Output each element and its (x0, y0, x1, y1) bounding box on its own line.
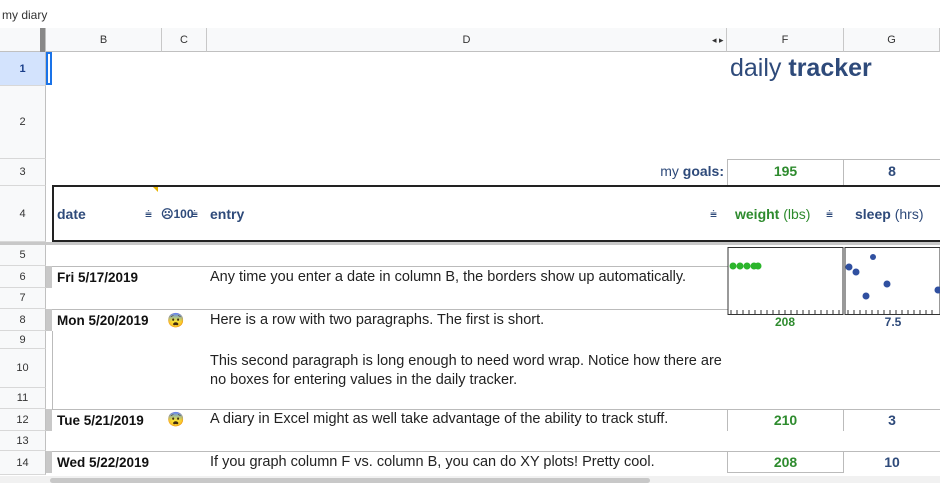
filter-date-icon[interactable]: ⩧ (145, 207, 152, 222)
sparkline-weight-label: 208 (775, 315, 795, 327)
entry-date: Tue 5/21/2019 (57, 413, 144, 428)
column-c-label: C (180, 33, 188, 46)
sparkline-charts: 208 7.5 (727, 247, 940, 327)
entry-date: Wed 5/22/2019 (57, 455, 150, 470)
column-header-b[interactable]: B (46, 28, 162, 52)
row-header-2[interactable]: 2 (0, 86, 46, 159)
row-header-5[interactable]: 5 (0, 245, 46, 266)
sleep-point (862, 292, 870, 300)
header-left-border (52, 185, 54, 242)
filter-entry-icon[interactable]: ⩧ (710, 207, 717, 222)
header-sleep-unit: (hrs) (890, 206, 924, 222)
sleep-point (852, 268, 860, 276)
freeze-handle-vertical[interactable] (40, 28, 45, 52)
column-d-label: D (462, 33, 471, 46)
weight-point (736, 262, 744, 270)
row-border (52, 266, 728, 267)
row-header-9[interactable]: 9 (0, 331, 46, 349)
fearful-face-icon: 😨 (167, 411, 185, 427)
hidden-columns-arrows-icon[interactable]: ◂ ▸ (712, 35, 724, 46)
column-b-label: B (99, 33, 108, 46)
row-header-7[interactable]: 7 (0, 288, 46, 309)
header-entry: entry (210, 206, 245, 222)
header-mood: ☹100 (161, 207, 194, 221)
header-date: date (57, 206, 86, 222)
tracker-title-bold: tracker (788, 54, 872, 82)
weight-point (754, 262, 762, 270)
sparkline-sleep-frame (844, 247, 940, 315)
sleep-value: 10 (884, 454, 900, 470)
sparkline-weight-frame (727, 247, 844, 315)
fearful-face-icon: 😨 (167, 312, 185, 328)
row-marker (46, 266, 52, 288)
header-sleep: sleep (hrs) (855, 206, 923, 222)
header-weight: weight (lbs) (735, 206, 810, 222)
weight-value: 210 (773, 412, 798, 428)
goals-label: my goals: (650, 163, 724, 179)
selected-cell[interactable] (46, 52, 52, 85)
sleep-point (883, 280, 891, 288)
row-marker (46, 451, 52, 473)
column-g-label: G (887, 33, 896, 46)
row-header-8[interactable]: 8 (0, 309, 46, 331)
freeze-handle-horizontal[interactable] (0, 242, 940, 245)
document-title-bar: my diary (0, 0, 940, 28)
column-header-c[interactable]: C (162, 28, 207, 52)
column-header-d[interactable]: D (207, 28, 727, 52)
entry-text: If you graph column F vs. column B, you … (210, 454, 655, 470)
header-weight-bold: weight (735, 206, 780, 222)
header-sleep-bold: sleep (855, 206, 891, 222)
entry-text: Here is a row with two paragraphs. The f… (210, 312, 545, 328)
row-header-6[interactable]: 6 (0, 266, 46, 288)
row-header-12[interactable]: 12 (0, 409, 46, 431)
row-header-1[interactable]: 1 (0, 52, 46, 86)
column-header-f[interactable]: F (727, 28, 844, 52)
row-marker (46, 309, 52, 331)
entry-date: Mon 5/20/2019 (57, 313, 149, 328)
row-border-left (52, 331, 53, 409)
comment-indicator-icon (153, 187, 158, 192)
header-bottom-border (52, 240, 940, 242)
sleep-point (870, 254, 876, 260)
column-header-g[interactable]: G (844, 28, 940, 52)
entry-text-paragraph-2: This second paragraph is long enough to … (210, 353, 722, 388)
row-border (52, 309, 728, 310)
header-top-border (52, 185, 940, 187)
sleep-value: 3 (888, 412, 896, 428)
sleep-point (845, 263, 853, 271)
entry-text: A diary in Excel might as well take adva… (210, 411, 669, 427)
row-header-13[interactable]: 13 (0, 431, 46, 451)
goal-weight: 195 (773, 163, 798, 179)
goals-label-prefix: my (660, 163, 683, 179)
goal-sleep: 8 (888, 163, 896, 179)
weight-value: 208 (773, 454, 798, 470)
row-marker (46, 409, 52, 431)
goals-label-bold: goals: (682, 163, 724, 179)
sparkline-sleep-label: 7.5 (885, 315, 902, 327)
row-header-14[interactable]: 14 (0, 451, 46, 475)
tracker-title: daily tracker (730, 54, 872, 83)
row-header-4[interactable]: 4 (0, 186, 46, 242)
horizontal-scrollbar-thumb[interactable] (50, 478, 650, 483)
column-f-label: F (781, 33, 789, 46)
row-header-10[interactable]: 10 (0, 349, 46, 388)
row-header-3[interactable]: 3 (0, 159, 46, 186)
filter-mood-icon[interactable]: ⩧ (191, 207, 198, 222)
weight-point (729, 262, 737, 270)
header-weight-unit: (lbs) (779, 206, 811, 222)
weight-point (743, 262, 751, 270)
tracker-title-light: daily (730, 54, 789, 82)
row-header-11[interactable]: 11 (0, 388, 46, 409)
entry-text: Any time you enter a date in column B, t… (210, 269, 687, 285)
entry-date: Fri 5/17/2019 (57, 270, 139, 285)
document-title: my diary (2, 8, 48, 22)
filter-weight-icon[interactable]: ⩧ (826, 207, 833, 222)
